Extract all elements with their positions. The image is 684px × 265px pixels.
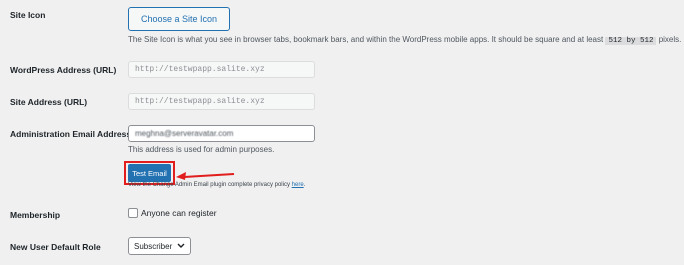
admin-email-label: Administration Email Address [10,129,132,139]
red-arrow-icon [176,172,235,180]
privacy-note-period: . [303,182,306,188]
wordpress-address-label: WordPress Address (URL) [10,65,117,75]
site-icon-description: The Site Icon is what you see in browser… [128,35,681,45]
privacy-note-text: View the Change Admin Email plugin compl… [128,182,290,188]
privacy-policy-link[interactable]: here [292,182,304,188]
choose-site-icon-button[interactable]: Choose a Site Icon [128,7,230,31]
default-role-selected: Subscriber [134,241,173,251]
site-icon-desc-suffix: pixels. [658,35,682,44]
default-role-label: New User Default Role [10,242,101,252]
site-icon-label: Site Icon [10,10,46,20]
wordpress-address-input[interactable]: http://testwpapp.salite.xyz [128,61,315,78]
anyone-can-register-label[interactable]: Anyone can register [141,208,217,218]
site-icon-size-code: 512 by 512 [605,37,657,45]
chevron-down-icon [177,243,185,248]
admin-email-input[interactable]: meghna@serveravatar.com [128,125,315,142]
site-address-label: Site Address (URL) [10,97,88,107]
admin-email-description: This address is used for admin purposes. [128,145,275,154]
site-address-input[interactable]: http://testwpapp.salite.xyz [128,93,315,110]
membership-label: Membership [10,210,61,220]
test-email-button[interactable]: Test Email [128,164,171,182]
admin-email-value: meghna@serveravatar.com [135,129,234,138]
default-role-select[interactable]: Subscriber [128,237,191,255]
site-icon-desc-text: The Site Icon is what you see in browser… [128,35,604,44]
anyone-can-register-checkbox[interactable] [128,208,138,218]
privacy-note: View the Change Admin Email plugin compl… [128,182,305,188]
